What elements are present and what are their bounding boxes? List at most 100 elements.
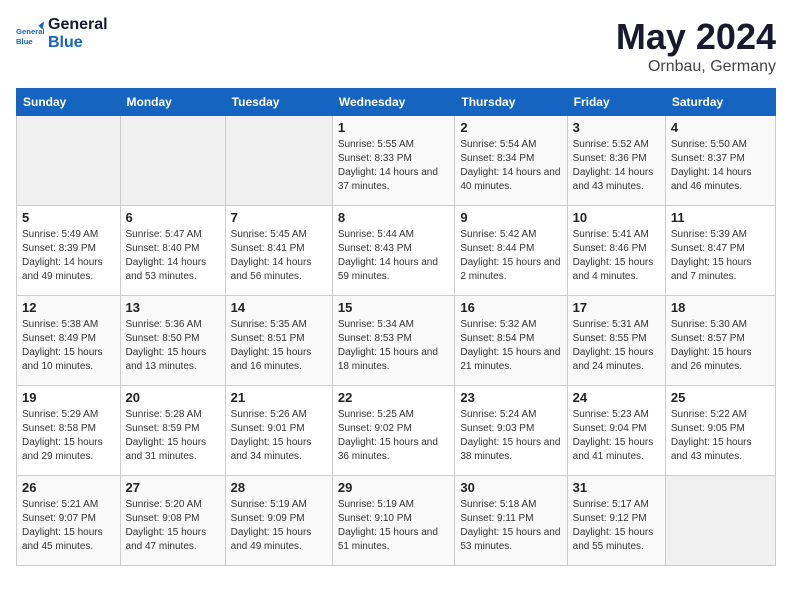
day-info: Sunrise: 5:49 AM Sunset: 8:39 PM Dayligh… (22, 228, 115, 284)
calendar-cell: 14 Sunrise: 5:35 AM Sunset: 8:51 PM Dayli… (225, 296, 332, 386)
day-number: 31 (573, 480, 660, 495)
logo-icon: General Blue (16, 20, 44, 48)
day-header-sunday: Sunday (17, 89, 121, 116)
day-info: Sunrise: 5:38 AM Sunset: 8:49 PM Dayligh… (22, 318, 115, 374)
calendar-cell (17, 116, 121, 206)
day-number: 4 (671, 120, 770, 135)
calendar-cell: 7Sunrise: 5:45 AM Sunset: 8:41 PM Daylig… (225, 206, 332, 296)
logo: General Blue General Blue (16, 16, 108, 53)
day-info: Sunrise: 5:32 AM Sunset: 8:54 PM Dayligh… (460, 318, 561, 374)
title-area: May 2024 Ornbau, Germany (616, 16, 776, 76)
day-info: Sunrise: 5:39 AM Sunset: 8:47 PM Dayligh… (671, 228, 770, 284)
day-number: 12 (22, 300, 115, 315)
calendar-cell: 26 Sunrise: 5:21 AM Sunset: 9:07 PM Dayli… (17, 476, 121, 566)
calendar-cell: 29 Sunrise: 5:19 AM Sunset: 9:10 PM Dayli… (332, 476, 455, 566)
day-number: 13 (126, 300, 220, 315)
day-number: 21 (231, 390, 327, 405)
day-info: Sunrise: 5:31 AM Sunset: 8:55 PM Dayligh… (573, 318, 660, 374)
calendar-cell: 1Sunrise: 5:55 AM Sunset: 8:33 PM Daylig… (332, 116, 455, 206)
day-info: Sunrise: 5:52 AM Sunset: 8:36 PM Dayligh… (573, 138, 660, 194)
day-number: 7 (231, 210, 327, 225)
calendar-cell: 9 Sunrise: 5:42 AM Sunset: 8:44 PM Daylig… (455, 206, 567, 296)
calendar-cell: 12 Sunrise: 5:38 AM Sunset: 8:49 PM Dayli… (17, 296, 121, 386)
day-number: 26 (22, 480, 115, 495)
day-info: Sunrise: 5:47 AM Sunset: 8:40 PM Dayligh… (126, 228, 220, 284)
calendar-week-row: 1Sunrise: 5:55 AM Sunset: 8:33 PM Daylig… (17, 116, 776, 206)
calendar-cell: 27 Sunrise: 5:20 AM Sunset: 9:08 PM Dayli… (120, 476, 225, 566)
day-info: Sunrise: 5:34 AM Sunset: 8:53 PM Dayligh… (338, 318, 450, 374)
day-info: Sunrise: 5:18 AM Sunset: 9:11 PM Dayligh… (460, 498, 561, 554)
day-info: Sunrise: 5:30 AM Sunset: 8:57 PM Dayligh… (671, 318, 770, 374)
calendar-title: May 2024 (616, 16, 776, 58)
calendar-cell (665, 476, 775, 566)
day-number: 20 (126, 390, 220, 405)
day-info: Sunrise: 5:55 AM Sunset: 8:33 PM Dayligh… (338, 138, 450, 194)
day-number: 15 (338, 300, 450, 315)
day-number: 10 (573, 210, 660, 225)
day-info: Sunrise: 5:35 AM Sunset: 8:51 PM Dayligh… (231, 318, 327, 374)
calendar-header-row: SundayMondayTuesdayWednesdayThursdayFrid… (17, 89, 776, 116)
calendar-cell: 6 Sunrise: 5:47 AM Sunset: 8:40 PM Daylig… (120, 206, 225, 296)
calendar-cell: 17 Sunrise: 5:31 AM Sunset: 8:55 PM Dayli… (567, 296, 665, 386)
day-header-friday: Friday (567, 89, 665, 116)
day-number: 14 (231, 300, 327, 315)
day-info: Sunrise: 5:24 AM Sunset: 9:03 PM Dayligh… (460, 408, 561, 464)
day-info: Sunrise: 5:42 AM Sunset: 8:44 PM Dayligh… (460, 228, 561, 284)
calendar-cell: 28 Sunrise: 5:19 AM Sunset: 9:09 PM Dayli… (225, 476, 332, 566)
day-number: 9 (460, 210, 561, 225)
day-info: Sunrise: 5:21 AM Sunset: 9:07 PM Dayligh… (22, 498, 115, 554)
day-info: Sunrise: 5:41 AM Sunset: 8:46 PM Dayligh… (573, 228, 660, 284)
day-info: Sunrise: 5:54 AM Sunset: 8:34 PM Dayligh… (460, 138, 561, 194)
day-number: 16 (460, 300, 561, 315)
day-header-tuesday: Tuesday (225, 89, 332, 116)
day-number: 29 (338, 480, 450, 495)
day-info: Sunrise: 5:25 AM Sunset: 9:02 PM Dayligh… (338, 408, 450, 464)
day-info: Sunrise: 5:36 AM Sunset: 8:50 PM Dayligh… (126, 318, 220, 374)
day-number: 17 (573, 300, 660, 315)
header: General Blue General Blue May 2024 Ornba… (16, 16, 776, 76)
calendar-week-row: 19 Sunrise: 5:29 AM Sunset: 8:58 PM Dayli… (17, 386, 776, 476)
day-number: 6 (126, 210, 220, 225)
calendar-cell: 13 Sunrise: 5:36 AM Sunset: 8:50 PM Dayli… (120, 296, 225, 386)
day-number: 24 (573, 390, 660, 405)
svg-text:Blue: Blue (16, 37, 33, 46)
day-info: Sunrise: 5:23 AM Sunset: 9:04 PM Dayligh… (573, 408, 660, 464)
day-info: Sunrise: 5:19 AM Sunset: 9:09 PM Dayligh… (231, 498, 327, 554)
day-number: 2 (460, 120, 561, 135)
calendar-cell: 2 Sunrise: 5:54 AM Sunset: 8:34 PM Daylig… (455, 116, 567, 206)
day-number: 19 (22, 390, 115, 405)
calendar-cell: 4Sunrise: 5:50 AM Sunset: 8:37 PM Daylig… (665, 116, 775, 206)
calendar-subtitle: Ornbau, Germany (616, 58, 776, 76)
day-info: Sunrise: 5:17 AM Sunset: 9:12 PM Dayligh… (573, 498, 660, 554)
calendar-cell: 15 Sunrise: 5:34 AM Sunset: 8:53 PM Dayli… (332, 296, 455, 386)
logo-line1: General (48, 16, 108, 34)
day-info: Sunrise: 5:44 AM Sunset: 8:43 PM Dayligh… (338, 228, 450, 284)
day-number: 3 (573, 120, 660, 135)
calendar-week-row: 26 Sunrise: 5:21 AM Sunset: 9:07 PM Dayli… (17, 476, 776, 566)
calendar-cell: 31 Sunrise: 5:17 AM Sunset: 9:12 PM Dayli… (567, 476, 665, 566)
calendar-table: SundayMondayTuesdayWednesdayThursdayFrid… (16, 88, 776, 566)
day-number: 28 (231, 480, 327, 495)
day-header-thursday: Thursday (455, 89, 567, 116)
day-info: Sunrise: 5:29 AM Sunset: 8:58 PM Dayligh… (22, 408, 115, 464)
calendar-cell: 19 Sunrise: 5:29 AM Sunset: 8:58 PM Dayli… (17, 386, 121, 476)
calendar-cell: 8Sunrise: 5:44 AM Sunset: 8:43 PM Daylig… (332, 206, 455, 296)
calendar-cell: 16 Sunrise: 5:32 AM Sunset: 8:54 PM Dayli… (455, 296, 567, 386)
day-number: 27 (126, 480, 220, 495)
day-info: Sunrise: 5:19 AM Sunset: 9:10 PM Dayligh… (338, 498, 450, 554)
calendar-cell: 3 Sunrise: 5:52 AM Sunset: 8:36 PM Daylig… (567, 116, 665, 206)
calendar-cell: 18 Sunrise: 5:30 AM Sunset: 8:57 PM Dayli… (665, 296, 775, 386)
day-info: Sunrise: 5:28 AM Sunset: 8:59 PM Dayligh… (126, 408, 220, 464)
calendar-cell: 20 Sunrise: 5:28 AM Sunset: 8:59 PM Dayli… (120, 386, 225, 476)
calendar-cell: 25Sunrise: 5:22 AM Sunset: 9:05 PM Dayli… (665, 386, 775, 476)
day-info: Sunrise: 5:26 AM Sunset: 9:01 PM Dayligh… (231, 408, 327, 464)
day-number: 22 (338, 390, 450, 405)
day-number: 5 (22, 210, 115, 225)
calendar-cell: 30Sunrise: 5:18 AM Sunset: 9:11 PM Dayli… (455, 476, 567, 566)
day-number: 18 (671, 300, 770, 315)
day-info: Sunrise: 5:20 AM Sunset: 9:08 PM Dayligh… (126, 498, 220, 554)
calendar-week-row: 12 Sunrise: 5:38 AM Sunset: 8:49 PM Dayli… (17, 296, 776, 386)
calendar-cell: 23Sunrise: 5:24 AM Sunset: 9:03 PM Dayli… (455, 386, 567, 476)
calendar-cell: 5 Sunrise: 5:49 AM Sunset: 8:39 PM Daylig… (17, 206, 121, 296)
calendar-cell: 22 Sunrise: 5:25 AM Sunset: 9:02 PM Dayli… (332, 386, 455, 476)
